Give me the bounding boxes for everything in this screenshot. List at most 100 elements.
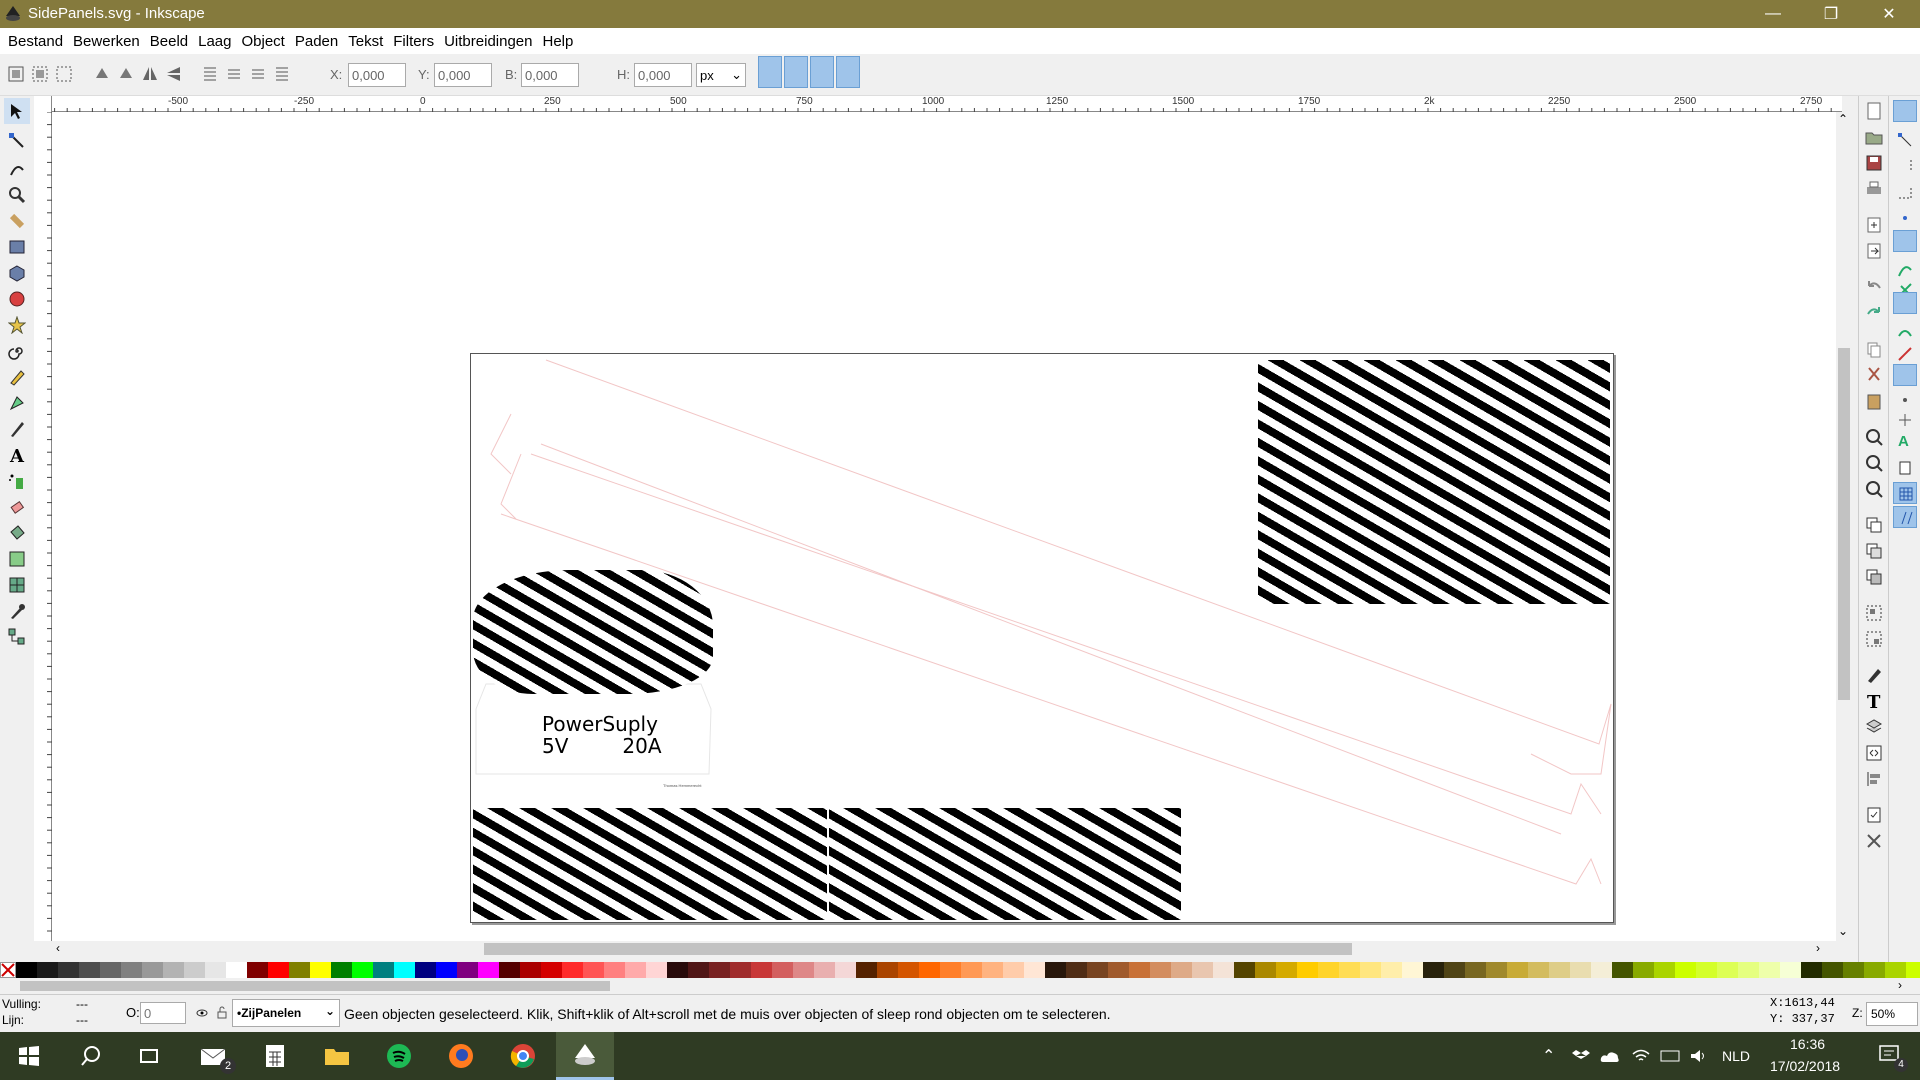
snap-center-icon[interactable] bbox=[1897, 392, 1913, 408]
color-swatch[interactable] bbox=[1759, 962, 1780, 978]
node-tool[interactable] bbox=[4, 128, 30, 154]
color-swatch[interactable] bbox=[1465, 962, 1486, 978]
color-swatch[interactable] bbox=[331, 962, 352, 978]
tweak-tool[interactable] bbox=[4, 156, 30, 182]
height-input[interactable]: 0,000 bbox=[634, 63, 692, 87]
color-swatch[interactable] bbox=[1654, 962, 1675, 978]
horizontal-scrollbar[interactable]: ‹ › bbox=[52, 941, 1842, 957]
flip-vertical-icon[interactable] bbox=[164, 64, 184, 84]
color-swatch[interactable] bbox=[205, 962, 226, 978]
cut-icon[interactable] bbox=[1865, 366, 1883, 384]
measure-tool[interactable] bbox=[4, 208, 30, 234]
select-all-layers-icon[interactable] bbox=[30, 64, 50, 84]
color-swatch[interactable] bbox=[1633, 962, 1654, 978]
drawing-canvas[interactable]: PowerSuply 5V 20A Thomas Hemmerecht bbox=[52, 112, 1842, 941]
layers-icon[interactable] bbox=[1865, 718, 1883, 736]
3d-box-tool[interactable] bbox=[4, 260, 30, 286]
color-swatch[interactable] bbox=[1423, 962, 1444, 978]
snap-others-toggle[interactable] bbox=[1893, 364, 1917, 386]
color-swatch[interactable] bbox=[1612, 962, 1633, 978]
text-tool[interactable]: A bbox=[4, 442, 30, 468]
color-swatch[interactable] bbox=[1171, 962, 1192, 978]
color-swatch[interactable] bbox=[1276, 962, 1297, 978]
mesh-tool[interactable] bbox=[4, 572, 30, 598]
color-swatch[interactable] bbox=[961, 962, 982, 978]
open-folder-icon[interactable] bbox=[1865, 128, 1883, 146]
snap-bbox-edge-icon[interactable] bbox=[1897, 158, 1913, 174]
layer-select[interactable]: •ZijPanelen ⌄ bbox=[232, 999, 340, 1027]
scroll-left-icon[interactable]: ‹ bbox=[56, 941, 60, 955]
color-swatch[interactable] bbox=[1717, 962, 1738, 978]
visibility-eye-icon[interactable] bbox=[196, 1007, 208, 1019]
select-all-icon[interactable] bbox=[6, 64, 26, 84]
color-swatch[interactable] bbox=[1066, 962, 1087, 978]
raise-to-top-icon[interactable] bbox=[272, 64, 292, 84]
color-swatch[interactable] bbox=[142, 962, 163, 978]
color-swatch[interactable] bbox=[1822, 962, 1843, 978]
rotate-cw-icon[interactable] bbox=[116, 64, 136, 84]
palette-scroll-right-icon[interactable]: › bbox=[1898, 978, 1902, 992]
snap-guide-toggle[interactable] bbox=[1893, 506, 1917, 528]
snap-bbox-corner-icon[interactable] bbox=[1897, 184, 1913, 200]
volume-icon[interactable] bbox=[1690, 1048, 1708, 1064]
snap-cusp-toggle[interactable] bbox=[1893, 292, 1917, 314]
color-swatch[interactable] bbox=[1339, 962, 1360, 978]
deselect-icon[interactable] bbox=[54, 64, 74, 84]
menu-tekst[interactable]: Tekst bbox=[348, 33, 383, 50]
color-swatch[interactable] bbox=[1528, 962, 1549, 978]
color-swatch[interactable] bbox=[415, 962, 436, 978]
color-swatch[interactable] bbox=[520, 962, 541, 978]
onedrive-icon[interactable] bbox=[1600, 1048, 1620, 1064]
color-palette[interactable] bbox=[0, 962, 1920, 978]
zoom-page-icon[interactable] bbox=[1865, 480, 1883, 498]
save-icon[interactable] bbox=[1865, 154, 1883, 172]
color-swatch[interactable] bbox=[709, 962, 730, 978]
unlink-clone-icon[interactable] bbox=[1865, 568, 1883, 586]
color-swatch[interactable] bbox=[184, 962, 205, 978]
snap-nodes-toggle[interactable] bbox=[1893, 230, 1917, 252]
color-swatch[interactable] bbox=[1549, 962, 1570, 978]
zoom-input[interactable]: 50% bbox=[1866, 1002, 1918, 1026]
color-swatch[interactable] bbox=[1801, 962, 1822, 978]
menu-paden[interactable]: Paden bbox=[295, 33, 338, 50]
ungroup-icon[interactable] bbox=[1865, 630, 1883, 648]
color-swatch[interactable] bbox=[226, 962, 247, 978]
ellipse-tool[interactable] bbox=[4, 286, 30, 312]
menu-filters[interactable]: Filters bbox=[393, 33, 434, 50]
palette-scrollbar[interactable]: › bbox=[0, 978, 1920, 994]
color-swatch[interactable] bbox=[1129, 962, 1150, 978]
inkscape-app[interactable] bbox=[556, 1032, 614, 1080]
color-swatch[interactable] bbox=[1003, 962, 1024, 978]
color-swatch[interactable] bbox=[1024, 962, 1045, 978]
x-input[interactable]: 0,000 bbox=[348, 63, 406, 87]
color-swatch[interactable] bbox=[352, 962, 373, 978]
dropbox-icon[interactable] bbox=[1572, 1048, 1590, 1064]
color-swatch[interactable] bbox=[58, 962, 79, 978]
clock-time[interactable]: 16:36 bbox=[1790, 1036, 1825, 1052]
snap-grid-toggle[interactable] bbox=[1893, 482, 1917, 504]
color-swatch[interactable] bbox=[499, 962, 520, 978]
firefox-app[interactable] bbox=[432, 1032, 490, 1080]
color-swatch[interactable] bbox=[625, 962, 646, 978]
spiral-tool[interactable] bbox=[4, 338, 30, 364]
color-swatch[interactable] bbox=[1045, 962, 1066, 978]
color-swatch[interactable] bbox=[1696, 962, 1717, 978]
color-swatch[interactable] bbox=[583, 962, 604, 978]
color-swatch[interactable] bbox=[751, 962, 772, 978]
color-swatch[interactable] bbox=[562, 962, 583, 978]
selector-tool[interactable] bbox=[4, 98, 30, 124]
menu-object[interactable]: Object bbox=[242, 33, 285, 50]
move-gradients-toggle[interactable] bbox=[810, 56, 834, 88]
color-swatch[interactable] bbox=[667, 962, 688, 978]
color-swatch[interactable] bbox=[247, 962, 268, 978]
color-swatch[interactable] bbox=[1444, 962, 1465, 978]
zoom-selection-icon[interactable] bbox=[1865, 428, 1883, 446]
color-swatch[interactable] bbox=[37, 962, 58, 978]
align-distribute-icon[interactable] bbox=[1865, 770, 1883, 788]
color-swatch[interactable] bbox=[1255, 962, 1276, 978]
color-swatch[interactable] bbox=[1885, 962, 1906, 978]
paste-icon[interactable] bbox=[1865, 392, 1883, 410]
color-swatch[interactable] bbox=[16, 962, 37, 978]
color-swatch[interactable] bbox=[982, 962, 1003, 978]
color-swatch[interactable] bbox=[1591, 962, 1612, 978]
